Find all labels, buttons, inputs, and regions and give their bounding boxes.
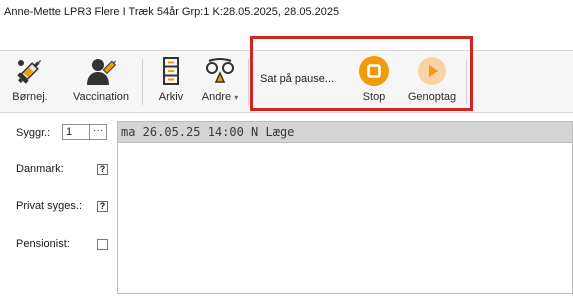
bornej-button[interactable]: Børnej.: [10, 55, 50, 107]
arkiv-label: Arkiv: [158, 91, 184, 103]
tools-icon: [206, 58, 234, 83]
danmark-status[interactable]: ?: [97, 164, 108, 175]
play-icon: [418, 57, 446, 85]
vaccination-button[interactable]: Vaccination: [70, 55, 132, 107]
stop-button[interactable]: Stop: [356, 55, 392, 107]
genoptag-button[interactable]: Genoptag: [404, 55, 460, 107]
genoptag-label: Genoptag: [407, 91, 457, 103]
vaccination-label: Vaccination: [72, 91, 130, 103]
syggr-label: Syggr.:: [16, 127, 51, 139]
andre-dropdown-button[interactable]: Andre ▾: [197, 55, 243, 107]
stop-icon: [359, 56, 389, 86]
andre-label-row: Andre ▾: [197, 91, 243, 103]
person-syringe-icon: [87, 59, 117, 85]
toolbar-separator: [466, 59, 467, 105]
bornej-label: Børnej.: [12, 91, 48, 103]
pensionist-label: Pensionist:: [16, 238, 70, 250]
andre-label: Andre: [201, 91, 232, 103]
syggr-lookup-button[interactable]: ···: [90, 124, 107, 140]
syringe-icon: [17, 59, 42, 84]
window-title: Anne-Mette LPR3 Flere I Træk 54år Grp:1 …: [4, 6, 340, 18]
pause-status-text: Sat på pause...: [260, 73, 334, 85]
arkiv-button[interactable]: Arkiv: [153, 55, 189, 107]
toolbar-separator: [142, 59, 143, 105]
chevron-down-icon: ▾: [234, 93, 239, 102]
syggr-input[interactable]: 1: [62, 124, 90, 140]
journal-entry-header[interactable]: ma 26.05.25 14:00 N Læge: [118, 122, 572, 143]
stop-label: Stop: [362, 91, 386, 103]
toolbar-separator: [248, 59, 249, 105]
danmark-label: Danmark:: [16, 163, 64, 175]
toolbar: Børnej. Vaccination Arkiv Andre ▾ Sat på…: [0, 50, 573, 113]
privat-syges-label: Privat syges.:: [16, 200, 83, 212]
journal-panel[interactable]: ma 26.05.25 14:00 N Læge: [117, 121, 573, 294]
privat-syges-status[interactable]: ?: [97, 201, 108, 212]
archive-cabinet-icon: [163, 57, 179, 85]
pensionist-checkbox[interactable]: [97, 239, 108, 250]
